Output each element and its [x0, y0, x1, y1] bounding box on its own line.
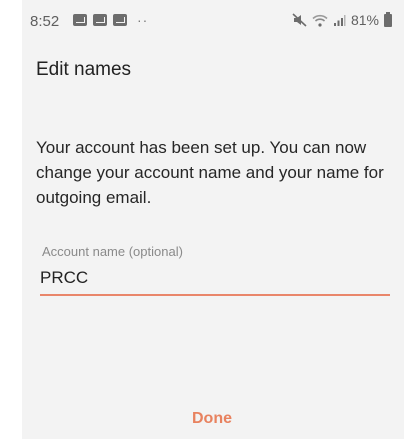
mute-icon — [292, 13, 307, 27]
battery-percent: 81% — [350, 12, 379, 28]
account-name-label: Account name (optional) — [42, 244, 183, 259]
phone-screen: 8:52 ·· 81% Edit names Your account has … — [22, 0, 404, 439]
account-name-input[interactable] — [40, 266, 390, 296]
page-title: Edit names — [36, 59, 132, 80]
wifi-icon — [312, 14, 328, 27]
mail-notification-icon — [93, 14, 107, 26]
battery-icon — [384, 11, 392, 27]
mail-notification-icon — [113, 14, 127, 26]
system-icons: 81% — [292, 11, 392, 28]
done-button[interactable]: Done — [172, 404, 252, 434]
mail-notification-icon — [73, 14, 87, 26]
status-bar: 8:52 ·· 81% — [22, 0, 404, 40]
more-notifications-icon: ·· — [137, 12, 149, 28]
signal-icon — [333, 14, 346, 26]
setup-message: Your account has been set up. You can no… — [36, 138, 384, 207]
notification-icons: ·· — [73, 12, 149, 28]
status-time: 8:52 — [30, 13, 60, 30]
